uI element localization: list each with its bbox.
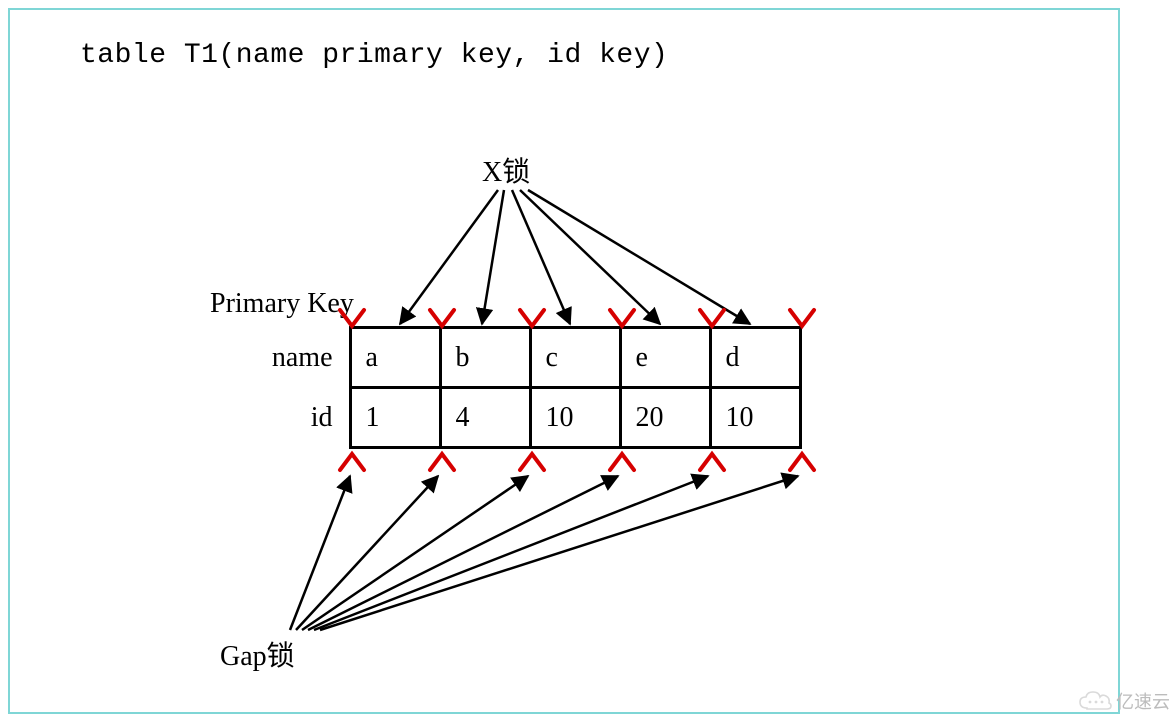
cell-id-0: 1: [350, 388, 440, 448]
cell-name-0: a: [350, 328, 440, 388]
cell-id-2: 10: [530, 388, 620, 448]
x-lock-arrows: [400, 190, 750, 324]
gap-lock-label: Gap锁: [220, 634, 295, 674]
cell-id-1: 4: [440, 388, 530, 448]
row-label-id: id: [250, 388, 350, 448]
cell-name-1: b: [440, 328, 530, 388]
cloud-icon: [1078, 690, 1112, 712]
table-definition-title: table T1(name primary key, id key): [80, 40, 668, 71]
bottom-v-marks: [340, 454, 814, 470]
cell-name-2: c: [530, 328, 620, 388]
table-row: id 1 4 10 20 10: [250, 388, 800, 448]
cell-name-4: d: [710, 328, 800, 388]
cell-id-4: 10: [710, 388, 800, 448]
data-table: name a b c e d id 1 4 10 20 10: [250, 326, 802, 449]
table-row: name a b c e d: [250, 328, 800, 388]
cell-id-3: 20: [620, 388, 710, 448]
row-label-name: name: [250, 328, 350, 388]
primary-key-label: Primary Key: [210, 288, 354, 320]
x-lock-label: X锁: [482, 150, 530, 190]
cell-name-3: e: [620, 328, 710, 388]
gap-lock-arrows: [290, 476, 798, 630]
diagram-frame: table T1(name primary key, id key) X锁 Pr…: [8, 8, 1120, 714]
top-v-marks: [340, 310, 814, 326]
watermark-text: 亿速云: [1116, 688, 1170, 714]
watermark: 亿速云: [1078, 688, 1170, 714]
